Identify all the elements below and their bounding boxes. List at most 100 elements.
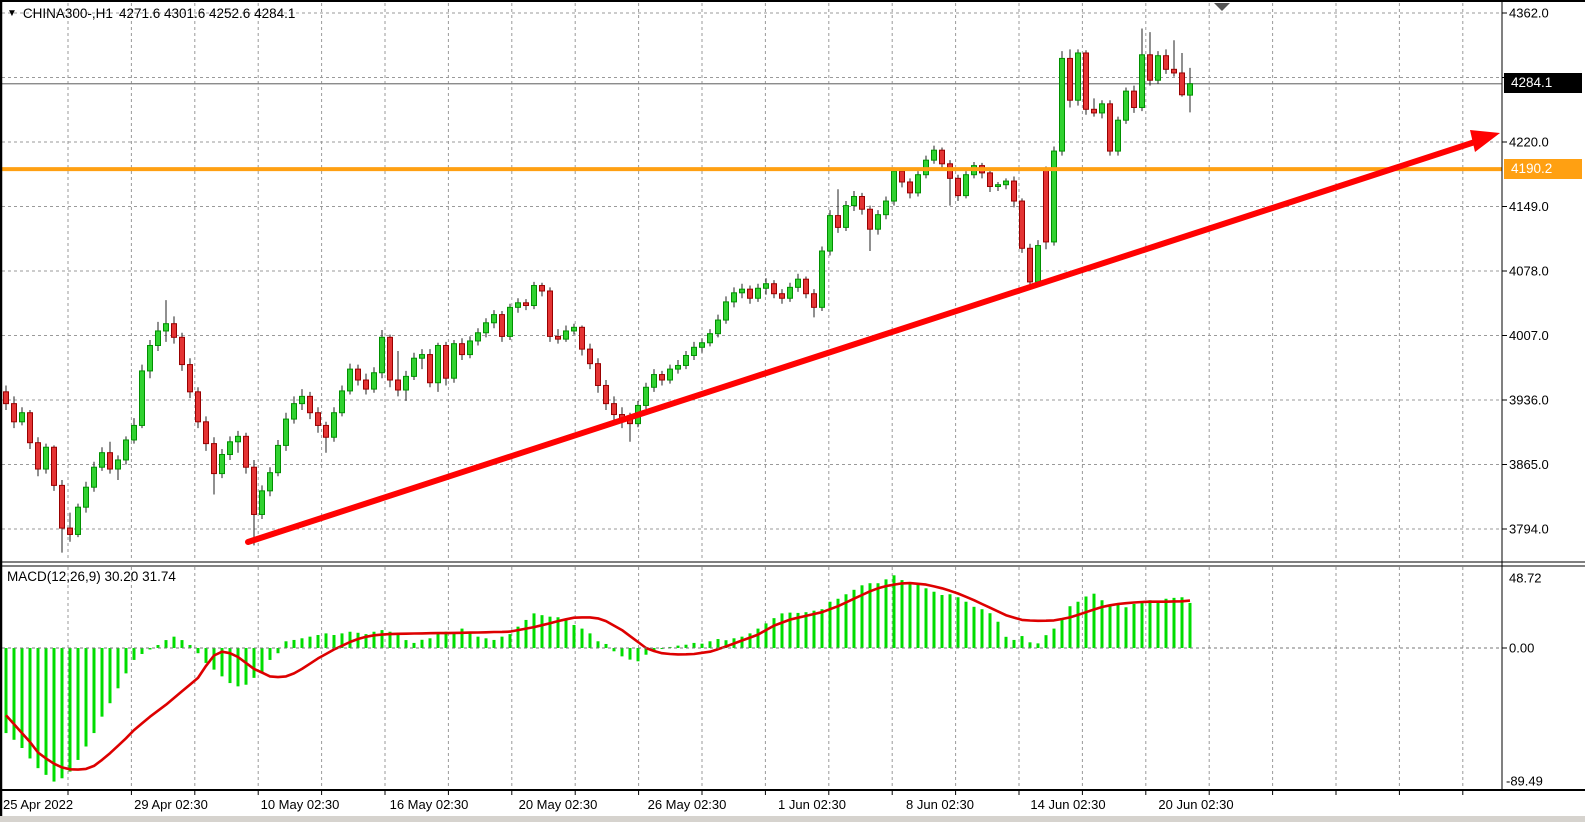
macd-bar (125, 648, 128, 673)
candle-body-up (700, 343, 705, 348)
candle-body-up (260, 491, 265, 515)
time-axis-label: 8 Jun 02:30 (906, 797, 974, 812)
candle-body-up (692, 347, 697, 355)
macd-bar (621, 648, 624, 656)
macd-bar (197, 648, 200, 653)
candle-body-down (1108, 104, 1113, 151)
trading-chart-window: 4362.04220.04149.04078.04007.03936.03865… (0, 0, 1585, 822)
macd-bar (61, 648, 64, 778)
candle-body-up (132, 425, 137, 440)
last-bar-ohlc: 4271.6 4301.6 4252.6 4284.1 (119, 6, 295, 21)
candle-body-up (300, 396, 305, 403)
macd-bar (485, 638, 488, 648)
candle-body-up (92, 467, 97, 487)
macd-bar (909, 583, 912, 648)
candle-body-up (516, 303, 521, 308)
macd-bar (901, 580, 904, 648)
orange-hline-price-tag: 4190.2 (1504, 159, 1582, 179)
candle-body-down (1012, 181, 1017, 201)
candle-body-up (124, 440, 129, 460)
candle-body-up (44, 447, 49, 469)
macd-bar (925, 588, 928, 648)
price-axis-label: 4149.0 (1509, 199, 1549, 214)
candle-body-down (1172, 69, 1177, 73)
candle-body-up (796, 279, 801, 287)
macd-bar (781, 613, 784, 648)
candle-body-up (1060, 58, 1065, 151)
macd-bar (245, 648, 248, 685)
macd-bar (317, 635, 320, 648)
candle-body-down (1044, 168, 1049, 242)
macd-bar (741, 637, 744, 648)
time-axis-label: 1 Jun 02:30 (778, 797, 846, 812)
candle-body-down (324, 425, 329, 437)
candle-body-up (492, 315, 497, 323)
current-price-tag: 4284.1 (1504, 73, 1582, 93)
candle-body-up (1188, 84, 1193, 95)
macd-bar (1093, 594, 1096, 648)
macd-max-label: 48.72 (1509, 570, 1542, 585)
macd-bar (1141, 602, 1144, 648)
macd-min-label: -89.49 (1506, 774, 1543, 789)
candle-body-up (644, 387, 649, 405)
candle-body-up (932, 150, 937, 160)
candle-body-down (804, 279, 809, 294)
candle-body-down (188, 365, 193, 392)
time-axis-label: 20 May 02:30 (519, 797, 598, 812)
chart-title: ▼ CHINA300-,H1 4271.6 4301.6 4252.6 4284… (7, 6, 295, 21)
candle-body-up (220, 455, 225, 474)
candle-body-up (348, 369, 353, 391)
macd-bar (1045, 635, 1048, 648)
candle-body-down (748, 289, 753, 298)
candle-body-up (740, 289, 745, 293)
time-axis-label: 20 Jun 02:30 (1158, 797, 1233, 812)
candle-body-up (412, 358, 417, 376)
candle-body-down (204, 422, 209, 444)
macd-bar (821, 609, 824, 648)
macd-bar (789, 613, 792, 648)
macd-bar (181, 640, 184, 648)
candle-body-down (900, 171, 905, 182)
chart-canvas[interactable]: 4362.04220.04149.04078.04007.03936.03865… (0, 0, 1585, 822)
macd-bar (253, 648, 256, 678)
symbol-dropdown-icon[interactable]: ▼ (7, 9, 17, 19)
candle-body-up (84, 487, 89, 507)
candle-body-down (524, 303, 529, 306)
candle-body-down (580, 327, 585, 349)
candle-body-down (604, 385, 609, 403)
macd-bar (1149, 600, 1152, 648)
candle-body-up (292, 404, 297, 419)
candle-body-up (684, 355, 689, 365)
macd-bar (1181, 597, 1184, 648)
price-axis-label: 4220.0 (1509, 135, 1549, 150)
candle-body-up (716, 320, 721, 334)
macd-bar (1037, 643, 1040, 648)
candle-body-up (404, 376, 409, 390)
candle-body-up (1004, 181, 1009, 185)
price-axis-label: 4007.0 (1509, 328, 1549, 343)
candle-body-down (1180, 73, 1185, 95)
candle-body-down (1164, 56, 1169, 70)
candle-body-up (732, 293, 737, 302)
macd-bar (237, 648, 240, 686)
candle-body-up (228, 442, 233, 455)
macd-bar (533, 613, 536, 648)
macd-bar (109, 648, 112, 703)
macd-bar (637, 648, 640, 661)
candle-body-down (108, 453, 113, 469)
macd-bar (1157, 602, 1160, 648)
candle-body-up (756, 288, 761, 298)
time-axis-label: 25 Apr 2022 (3, 797, 73, 812)
macd-bar (893, 575, 896, 648)
candle-body-up (76, 507, 81, 534)
candle-body-down (308, 396, 313, 412)
macd-bar (413, 643, 416, 648)
candle-body-down (1132, 91, 1137, 107)
macd-bar (69, 648, 72, 772)
candle-body-down (596, 364, 601, 386)
candle-body-down (388, 337, 393, 380)
macd-bar (325, 633, 328, 648)
candle-body-up (476, 333, 481, 341)
candle-body-up (532, 286, 537, 306)
macd-bar (589, 633, 592, 648)
